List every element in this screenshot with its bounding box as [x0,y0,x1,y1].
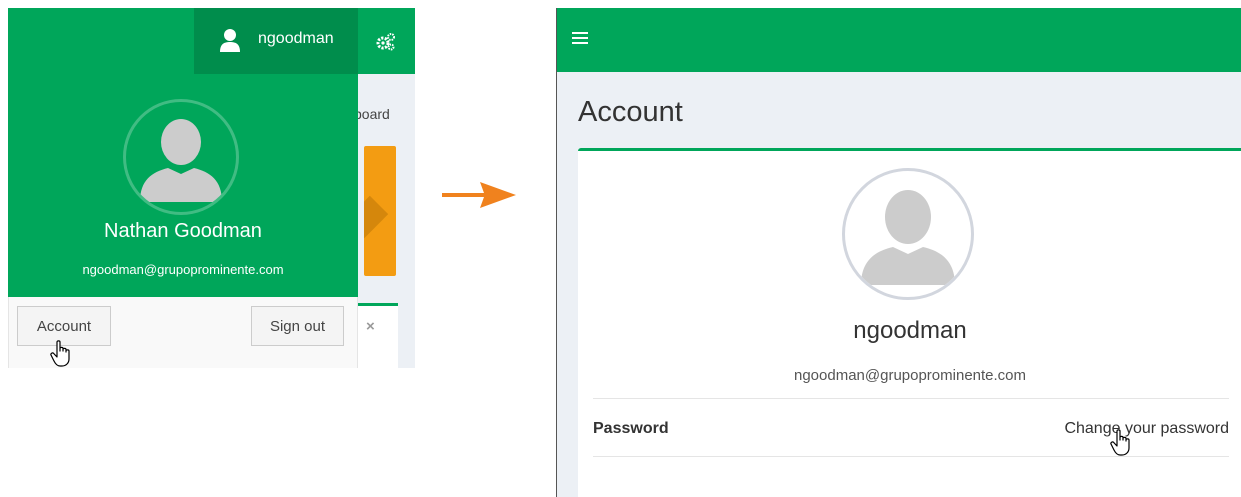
close-icon[interactable]: × [366,318,375,335]
profile-email: ngoodman@grupoprominente.com [793,367,1027,384]
change-password-link[interactable]: Change your password [1064,420,1229,438]
page-title: Account [578,96,683,128]
divider [593,456,1229,457]
right-panel: Account ngoodman ngoodman@grupoprominent… [556,8,1241,497]
gears-icon[interactable] [376,32,396,52]
divider [593,398,1229,399]
avatar [842,168,974,300]
user-email: ngoodman@grupoprominente.com [82,262,284,277]
profile-username: ngoodman [853,317,967,344]
arrow-right-icon [442,182,516,208]
user-header: Nathan Goodman ngoodman@grupoprominente.… [8,74,358,297]
left-panel: ngoodman board × Nathan Goodman ngoodman… [8,8,415,368]
user-menu-toggle[interactable]: ngoodman [194,8,358,74]
info-box-icon [364,195,389,239]
top-navbar [557,8,1241,72]
user-full-name: Nathan Goodman [104,220,262,242]
breadcrumb-dashboard[interactable]: board [354,106,390,122]
user-icon [220,29,240,52]
user-silhouette-icon [861,190,955,285]
profile-box: ngoodman ngoodman@grupoprominente.com Pa… [578,148,1241,497]
user-silhouette-icon [140,119,222,202]
hamburger-icon[interactable] [572,32,588,46]
password-label: Password [593,420,669,437]
avatar [123,99,239,215]
user-dropdown: Nathan Goodman ngoodman@grupoprominente.… [8,74,358,368]
sign-out-button[interactable]: Sign out [251,306,344,346]
content-box [358,306,398,368]
navbar-username: ngoodman [258,30,334,47]
info-box-orange [364,146,396,276]
hand-cursor-icon [50,340,70,367]
hand-cursor-icon [1110,429,1130,456]
